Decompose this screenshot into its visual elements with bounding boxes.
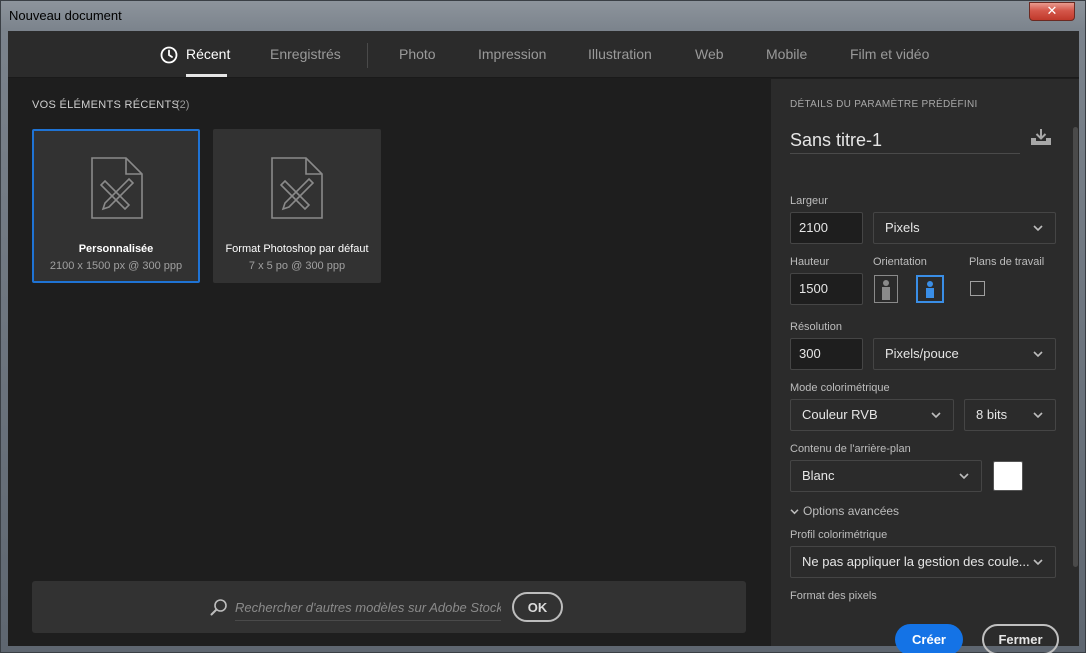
width-unit-select[interactable]: Pixels [873,212,1056,244]
bit-depth-select[interactable]: 8 bits [964,399,1056,431]
resolution-unit-select[interactable]: Pixels/pouce [873,338,1056,370]
orientation-landscape-button[interactable] [916,275,944,303]
chevron-down-icon [1033,225,1043,232]
preset-details-panel: DÉTAILS DU PARAMÈTRE PRÉDÉFINI Largeur 2… [771,79,1079,653]
height-input[interactable]: 1500 [790,273,863,305]
color-mode-label: Mode colorimétrique [790,382,890,394]
chevron-down-icon [1033,351,1043,358]
save-preset-icon[interactable] [1030,128,1052,146]
advanced-options-label: Options avancées [803,504,900,518]
stock-search-input[interactable] [235,595,501,621]
scroll-thumb[interactable] [1073,127,1078,567]
orientation-portrait-button[interactable] [874,275,898,303]
tab-film-video[interactable]: Film et vidéo [850,46,929,62]
resolution-label: Résolution [790,321,842,333]
landscape-icon [926,281,934,298]
tab-saved[interactable]: Enregistrés [270,46,341,62]
chevron-down-icon [790,509,799,515]
tab-photo[interactable]: Photo [399,46,436,62]
background-value: Blanc [802,468,835,483]
tab-recent[interactable]: Récent [186,46,230,62]
document-pencil-icon [271,157,323,219]
tab-print[interactable]: Impression [478,46,546,62]
tab-web[interactable]: Web [695,46,724,62]
new-document-dialog: Récent Enregistrés Photo Impression Illu… [8,31,1079,653]
title-bar[interactable]: Nouveau document ✕ [1,1,1085,31]
width-label: Largeur [790,195,828,207]
width-unit-value: Pixels [885,220,920,235]
chevron-down-icon [1033,412,1043,419]
chevron-down-icon [1033,559,1043,566]
orientation-label: Orientation [873,256,927,268]
color-profile-value: Ne pas appliquer la gestion des coule... [802,554,1030,569]
active-tab-indicator [186,74,227,77]
bit-depth-value: 8 bits [976,407,1008,422]
recent-item-info: 7 x 5 po @ 300 ppp [248,260,346,272]
color-profile-select[interactable]: Ne pas appliquer la gestion des coule... [790,546,1056,578]
tab-mobile[interactable]: Mobile [766,46,807,62]
recent-count: (2) [176,99,190,111]
search-icon [210,599,227,616]
pixel-format-label: Format des pixels [790,590,877,602]
portrait-icon [882,280,890,300]
artboards-checkbox[interactable] [970,281,985,296]
color-mode-value: Couleur RVB [802,407,878,422]
height-label: Hauteur [790,256,830,268]
artboards-label: Plans de travail [969,256,1045,268]
recent-item-name: Personnalisée [78,243,154,255]
tab-illustration[interactable]: Illustration [588,46,652,62]
recent-item-card[interactable]: Format Photoshop par défaut 7 x 5 po @ 3… [213,129,381,283]
background-label: Contenu de l'arrière-plan [790,443,911,455]
close-icon: ✕ [1046,4,1058,19]
create-button[interactable]: Créer [895,624,963,653]
background-select[interactable]: Blanc [790,460,982,492]
chevron-down-icon [931,412,941,419]
width-input[interactable]: 2100 [790,212,863,244]
close-button[interactable]: Fermer [982,624,1059,653]
dialog-window: Nouveau document ✕ Récent Enregistrés Ph… [0,0,1086,653]
advanced-options-toggle[interactable]: Options avancées [790,504,899,518]
stock-search-bar: OK [32,581,746,633]
tab-divider [367,43,368,68]
preset-panel-scrollbar[interactable] [1071,79,1079,646]
category-tabs: Récent Enregistrés Photo Impression Illu… [8,31,1079,78]
recent-item-name: Format Photoshop par défaut [225,243,369,255]
recent-section-title: VOS ÉLÉMENTS RÉCENTS [32,99,180,111]
background-color-swatch[interactable] [993,461,1023,491]
window-close-button[interactable]: ✕ [1029,2,1075,21]
search-ok-button[interactable]: OK [512,592,563,622]
color-mode-select[interactable]: Couleur RVB [790,399,954,431]
preset-details-title: DÉTAILS DU PARAMÈTRE PRÉDÉFINI [790,99,978,110]
window-title: Nouveau document [9,8,122,23]
resolution-input[interactable]: 300 [790,338,863,370]
chevron-down-icon [959,473,969,480]
resolution-unit-value: Pixels/pouce [885,346,959,361]
recent-item-card[interactable]: Personnalisée 2100 x 1500 px @ 300 ppp [32,129,200,283]
recent-item-info: 2100 x 1500 px @ 300 ppp [49,260,183,272]
document-name-input[interactable] [790,127,1020,154]
clock-icon [160,46,178,64]
document-pencil-icon [91,157,143,219]
recent-items-panel: VOS ÉLÉMENTS RÉCENTS (2) Personnalisée 2… [8,79,771,646]
color-profile-label: Profil colorimétrique [790,529,888,541]
